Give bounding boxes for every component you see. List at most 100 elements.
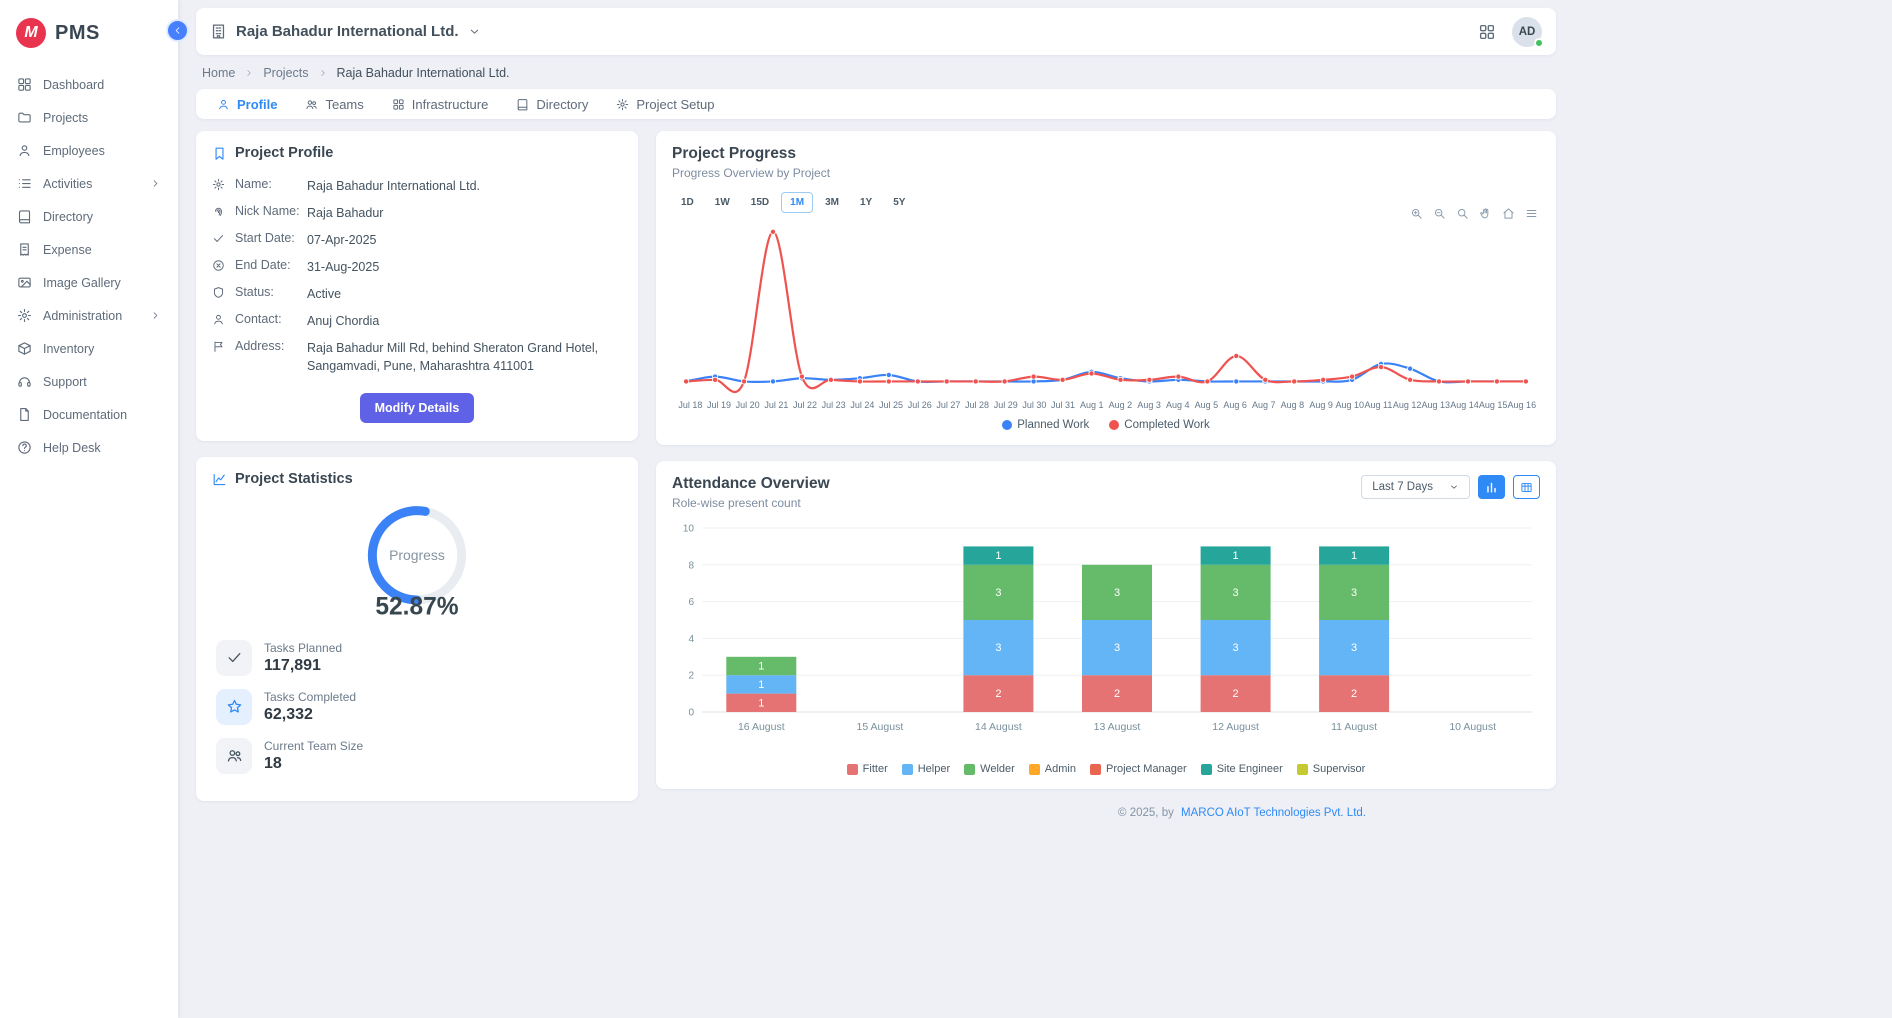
x-tick-label: Jul 19 — [705, 400, 734, 410]
profile-row-value: Anuj Chordia — [307, 312, 622, 330]
tab-directory[interactable]: Directory — [503, 89, 601, 119]
people-icon — [305, 98, 318, 111]
profile-row-label: Status: — [235, 285, 307, 299]
progress-line-chart — [672, 217, 1540, 399]
svg-text:13 August: 13 August — [1094, 721, 1141, 733]
sidebar-item-activities[interactable]: Activities — [0, 167, 178, 200]
profile-row: Nick Name:Raja Bahadur — [212, 199, 622, 226]
sidebar-item-dashboard[interactable]: Dashboard — [0, 68, 178, 101]
sidebar-item-projects[interactable]: Projects — [0, 101, 178, 134]
company-selector[interactable]: Raja Bahadur International Ltd. — [210, 23, 481, 40]
zoom-in-icon[interactable] — [1410, 207, 1423, 220]
sidebar-item-employees[interactable]: Employees — [0, 134, 178, 167]
legend-label: Supervisor — [1313, 763, 1366, 775]
x-tick-label: Aug 10 — [1335, 400, 1364, 410]
online-status-dot — [1534, 38, 1544, 48]
stat-icon-tile — [216, 640, 252, 676]
x-tick-label: Aug 9 — [1307, 400, 1336, 410]
person-icon — [212, 313, 225, 326]
apps-icon — [392, 98, 405, 111]
zoom-out-icon[interactable] — [1433, 207, 1446, 220]
project-progress-card: Project Progress Progress Overview by Pr… — [656, 131, 1556, 445]
breadcrumb-item: Raja Bahadur International Ltd. — [337, 66, 510, 80]
svg-text:14 August: 14 August — [975, 721, 1022, 733]
svg-text:6: 6 — [688, 597, 694, 608]
sidebar-collapse-button[interactable] — [166, 19, 189, 42]
range-button-1m[interactable]: 1M — [781, 192, 813, 213]
hand-icon[interactable] — [1479, 207, 1492, 220]
legend-item-welder[interactable]: Welder — [964, 763, 1015, 775]
legend-dot — [1109, 420, 1119, 430]
date-range-value: Last 7 Days — [1372, 481, 1433, 493]
sidebar-item-administration[interactable]: Administration — [0, 299, 178, 332]
x-tick-label: Jul 24 — [848, 400, 877, 410]
stat-value: 117,891 — [264, 657, 342, 675]
legend-item-supervisor[interactable]: Supervisor — [1297, 763, 1366, 775]
legend-swatch — [847, 764, 858, 775]
range-button-15d[interactable]: 15D — [742, 192, 778, 213]
stat-text: Tasks Planned117,891 — [264, 641, 342, 675]
sidebar-nav: Dashboard Projects EmployeesActivitiesDire… — [0, 68, 178, 464]
flag-icon — [212, 340, 225, 353]
progress-xaxis-labels: Jul 18Jul 19Jul 20Jul 21Jul 22Jul 23Jul … — [672, 400, 1540, 410]
footer-link[interactable]: MARCO AIoT Technologies Pvt. Ltd. — [1181, 807, 1366, 819]
people-icon — [226, 747, 243, 764]
legend-label: Planned Work — [1017, 419, 1089, 431]
breadcrumb-item[interactable]: Home — [202, 66, 235, 80]
gear-icon — [17, 308, 32, 323]
x-tick-label: Jul 25 — [877, 400, 906, 410]
attendance-card-subtitle: Role-wise present count — [672, 496, 830, 510]
sidebar-item-label: Inventory — [43, 342, 94, 356]
date-range-select[interactable]: Last 7 Days — [1361, 475, 1470, 499]
profile-row-label: End Date: — [235, 258, 307, 272]
range-button-1y[interactable]: 1Y — [851, 192, 881, 213]
apps-grid-icon[interactable] — [1478, 23, 1496, 41]
tab-infrastructure[interactable]: Infrastructure — [379, 89, 502, 119]
x-tick-label: Jul 31 — [1049, 400, 1078, 410]
range-button-1d[interactable]: 1D — [672, 192, 703, 213]
sidebar-item-expense[interactable]: Expense — [0, 233, 178, 266]
building-icon — [210, 23, 227, 40]
table-view-button[interactable] — [1513, 475, 1540, 499]
x-tick-label: Aug 12 — [1393, 400, 1422, 410]
modify-details-button[interactable]: Modify Details — [360, 393, 475, 423]
tab-project-setup[interactable]: Project Setup — [603, 89, 727, 119]
tab-teams[interactable]: Teams — [292, 89, 376, 119]
tab-profile[interactable]: Profile — [204, 89, 290, 119]
legend-swatch — [1201, 764, 1212, 775]
profile-row: Address:Raja Bahadur Mill Rd, behind She… — [212, 335, 622, 380]
legend-item-fitter[interactable]: Fitter — [847, 763, 888, 775]
legend-item-completed-work[interactable]: Completed Work — [1109, 419, 1209, 431]
tab-label: Teams — [325, 97, 363, 112]
sidebar-item-inventory[interactable]: Inventory — [0, 332, 178, 365]
user-avatar[interactable]: AD — [1512, 17, 1542, 47]
home-icon[interactable] — [1502, 207, 1515, 220]
sidebar-item-documentation[interactable]: Documentation — [0, 398, 178, 431]
svg-text:8: 8 — [688, 561, 694, 572]
statistics-card-title: Project Statistics — [235, 471, 353, 487]
svg-text:2: 2 — [995, 688, 1001, 700]
magnifier-icon[interactable] — [1456, 207, 1469, 220]
sidebar-item-support[interactable]: Support — [0, 365, 178, 398]
chart-toolbar — [1410, 207, 1538, 220]
legend-item-helper[interactable]: Helper — [902, 763, 950, 775]
sidebar-item-help-desk[interactable]: Help Desk — [0, 431, 178, 464]
legend-item-planned-work[interactable]: Planned Work — [1002, 419, 1089, 431]
breadcrumb-item[interactable]: Projects — [263, 66, 308, 80]
sidebar-item-image-gallery[interactable]: Image Gallery — [0, 266, 178, 299]
range-button-1w[interactable]: 1W — [706, 192, 739, 213]
range-button-3m[interactable]: 3M — [816, 192, 848, 213]
profile-row-value: Raja Bahadur — [307, 204, 622, 222]
profile-row-value: Raja Bahadur Mill Rd, behind Sheraton Gr… — [307, 339, 622, 375]
range-button-5y[interactable]: 5Y — [884, 192, 914, 213]
menu-icon[interactable] — [1525, 207, 1538, 220]
legend-item-site-engineer[interactable]: Site Engineer — [1201, 763, 1283, 775]
sidebar-item-directory[interactable]: Directory — [0, 200, 178, 233]
sidebar-item-label: Projects — [43, 111, 88, 125]
chevron-down-icon — [1449, 482, 1459, 492]
legend-item-project-manager[interactable]: Project Manager — [1090, 763, 1187, 775]
chart-view-button[interactable] — [1478, 475, 1505, 499]
legend-item-admin[interactable]: Admin — [1029, 763, 1076, 775]
breadcrumb: Home Projects Raja Bahadur International L… — [196, 55, 1556, 89]
profile-row-label: Nick Name: — [235, 204, 307, 218]
